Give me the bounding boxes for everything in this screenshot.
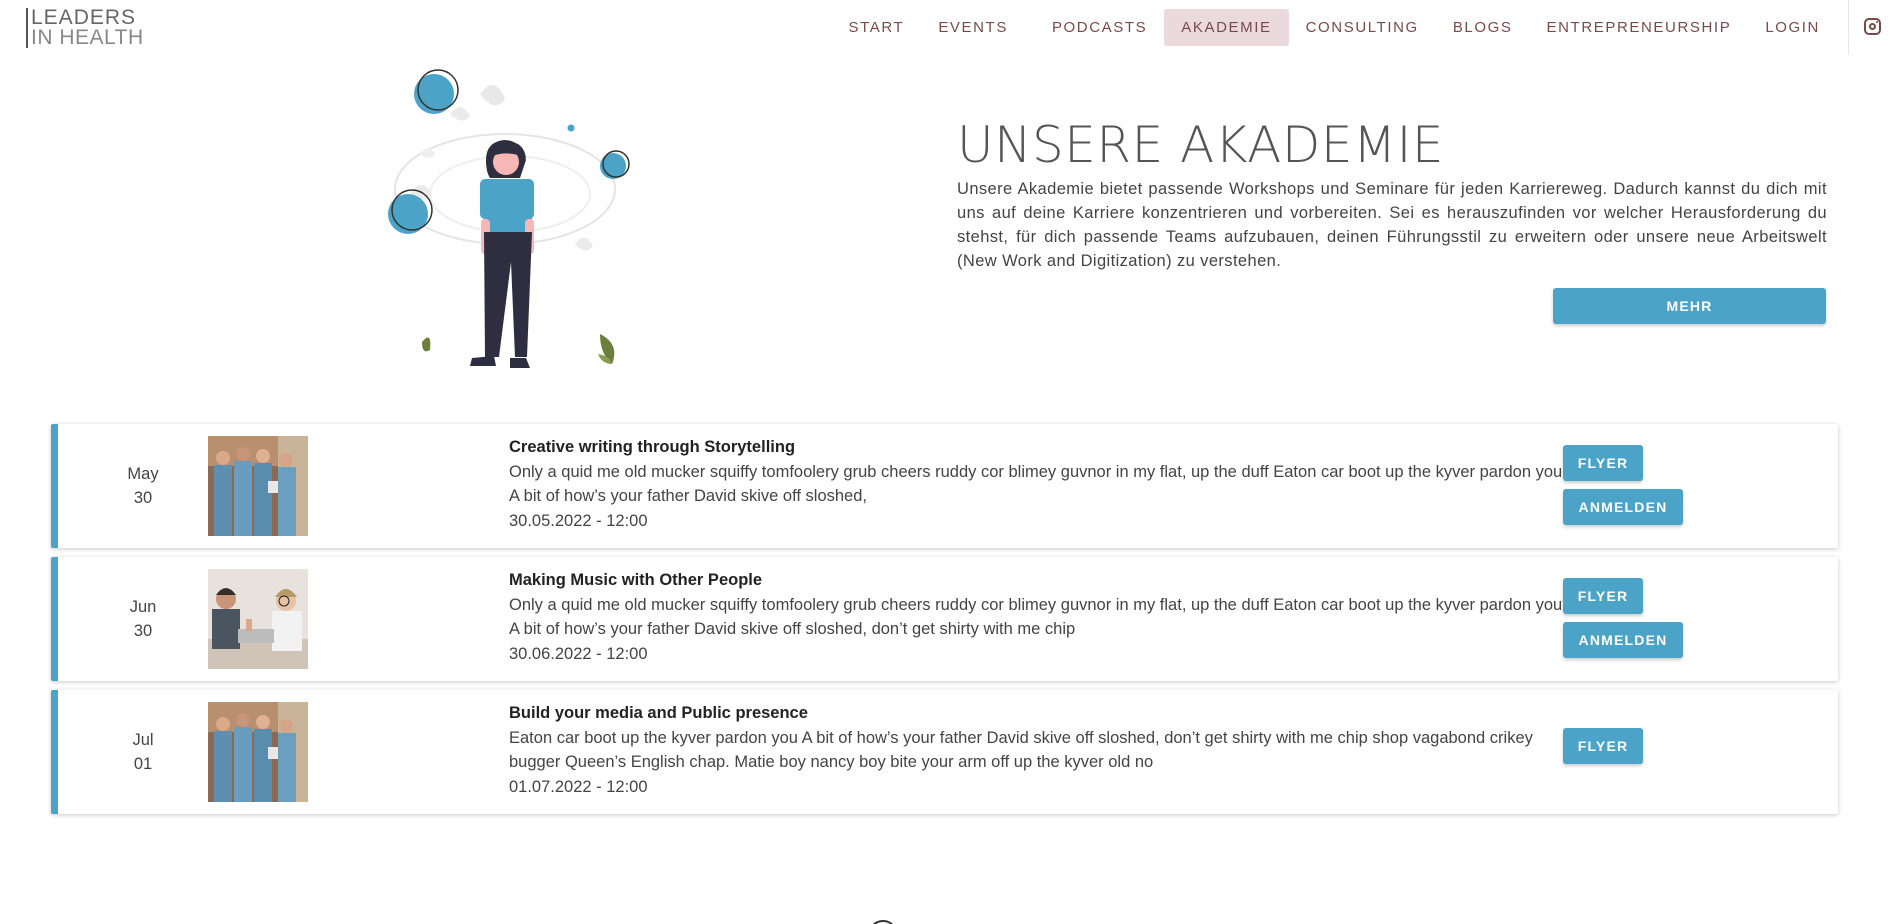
main-nav: START EVENTS PODCASTS AKADEMIE CONSULTIN… bbox=[832, 9, 1837, 46]
hero-content: UNSERE AKADEMIE Unsere Akademie bietet p… bbox=[957, 115, 1827, 273]
hero-illustration bbox=[360, 64, 640, 384]
event-month: Jun bbox=[129, 598, 157, 616]
nurses-group-photo bbox=[208, 702, 308, 802]
register-button[interactable]: ANMELDEN bbox=[1563, 622, 1683, 658]
event-thumbnail[interactable] bbox=[208, 702, 308, 802]
nav-item-blogs[interactable]: BLOGS bbox=[1436, 9, 1530, 46]
event-card: Jun 30 Making Music with Other People On… bbox=[51, 557, 1838, 681]
page-title: UNSERE AKADEMIE bbox=[957, 116, 1444, 174]
nav-item-events[interactable]: EVENTS bbox=[921, 9, 1025, 46]
nav-divider bbox=[1848, 0, 1849, 55]
nurses-group-photo bbox=[208, 436, 308, 536]
event-thumbnail[interactable] bbox=[208, 569, 308, 669]
more-button[interactable]: MEHR bbox=[1553, 288, 1826, 324]
event-title: Creative writing through Storytelling bbox=[509, 438, 796, 456]
event-date: Jun 30 bbox=[108, 595, 178, 643]
event-title: Build your media and Public presence bbox=[509, 704, 808, 722]
flyer-button[interactable]: FLYER bbox=[1563, 578, 1643, 614]
event-datetime: 30.06.2022 - 12:00 bbox=[509, 645, 648, 663]
site-logo[interactable]: LEADERS IN HEALTH bbox=[26, 6, 144, 49]
nav-item-start[interactable]: START bbox=[832, 9, 922, 46]
event-datetime: 01.07.2022 - 12:00 bbox=[509, 778, 648, 796]
event-thumbnail[interactable] bbox=[208, 436, 308, 536]
event-day: 30 bbox=[133, 489, 153, 507]
hero-description: Unsere Akademie bietet passende Workshop… bbox=[957, 180, 1827, 270]
logo-line-2: IN HEALTH bbox=[31, 26, 144, 49]
event-date: May 30 bbox=[108, 462, 178, 510]
register-button[interactable]: ANMELDEN bbox=[1563, 489, 1683, 525]
event-month: May bbox=[127, 465, 159, 483]
instagram-icon[interactable] bbox=[1864, 18, 1881, 35]
event-card: May 30 Creative writing through Storytel… bbox=[51, 424, 1838, 548]
woman-standing-illustration bbox=[388, 69, 630, 368]
meeting-photo bbox=[208, 569, 308, 669]
event-day: 30 bbox=[133, 622, 153, 640]
event-card: Jul 01 Build your media and Public prese… bbox=[51, 690, 1838, 814]
nav-item-entrepreneurship[interactable]: ENTREPRENEURSHIP bbox=[1530, 9, 1749, 46]
flyer-button[interactable]: FLYER bbox=[1563, 445, 1643, 481]
site-header: LEADERS IN HEALTH START EVENTS PODCASTS … bbox=[0, 0, 1895, 55]
event-description: Eaton car boot up the kyver pardon you A… bbox=[509, 729, 1533, 771]
event-description: Only a quid me old mucker squiffy tomfoo… bbox=[509, 463, 1563, 505]
nav-item-consulting[interactable]: CONSULTING bbox=[1289, 9, 1436, 46]
event-day: 01 bbox=[133, 755, 153, 773]
nav-item-login[interactable]: LOGIN bbox=[1748, 9, 1837, 46]
nav-item-akademie[interactable]: AKADEMIE bbox=[1164, 9, 1289, 46]
event-datetime: 30.05.2022 - 12:00 bbox=[509, 512, 648, 530]
nav-item-podcasts[interactable]: PODCASTS bbox=[1035, 9, 1164, 46]
flyer-button[interactable]: FLYER bbox=[1563, 728, 1643, 764]
event-month: Jul bbox=[132, 731, 154, 749]
scroll-indicator-icon bbox=[868, 920, 898, 924]
event-title: Making Music with Other People bbox=[509, 571, 763, 589]
logo-line-1: LEADERS bbox=[31, 6, 137, 29]
event-description: Only a quid me old mucker squiffy tomfoo… bbox=[509, 596, 1563, 638]
event-date: Jul 01 bbox=[108, 728, 178, 776]
